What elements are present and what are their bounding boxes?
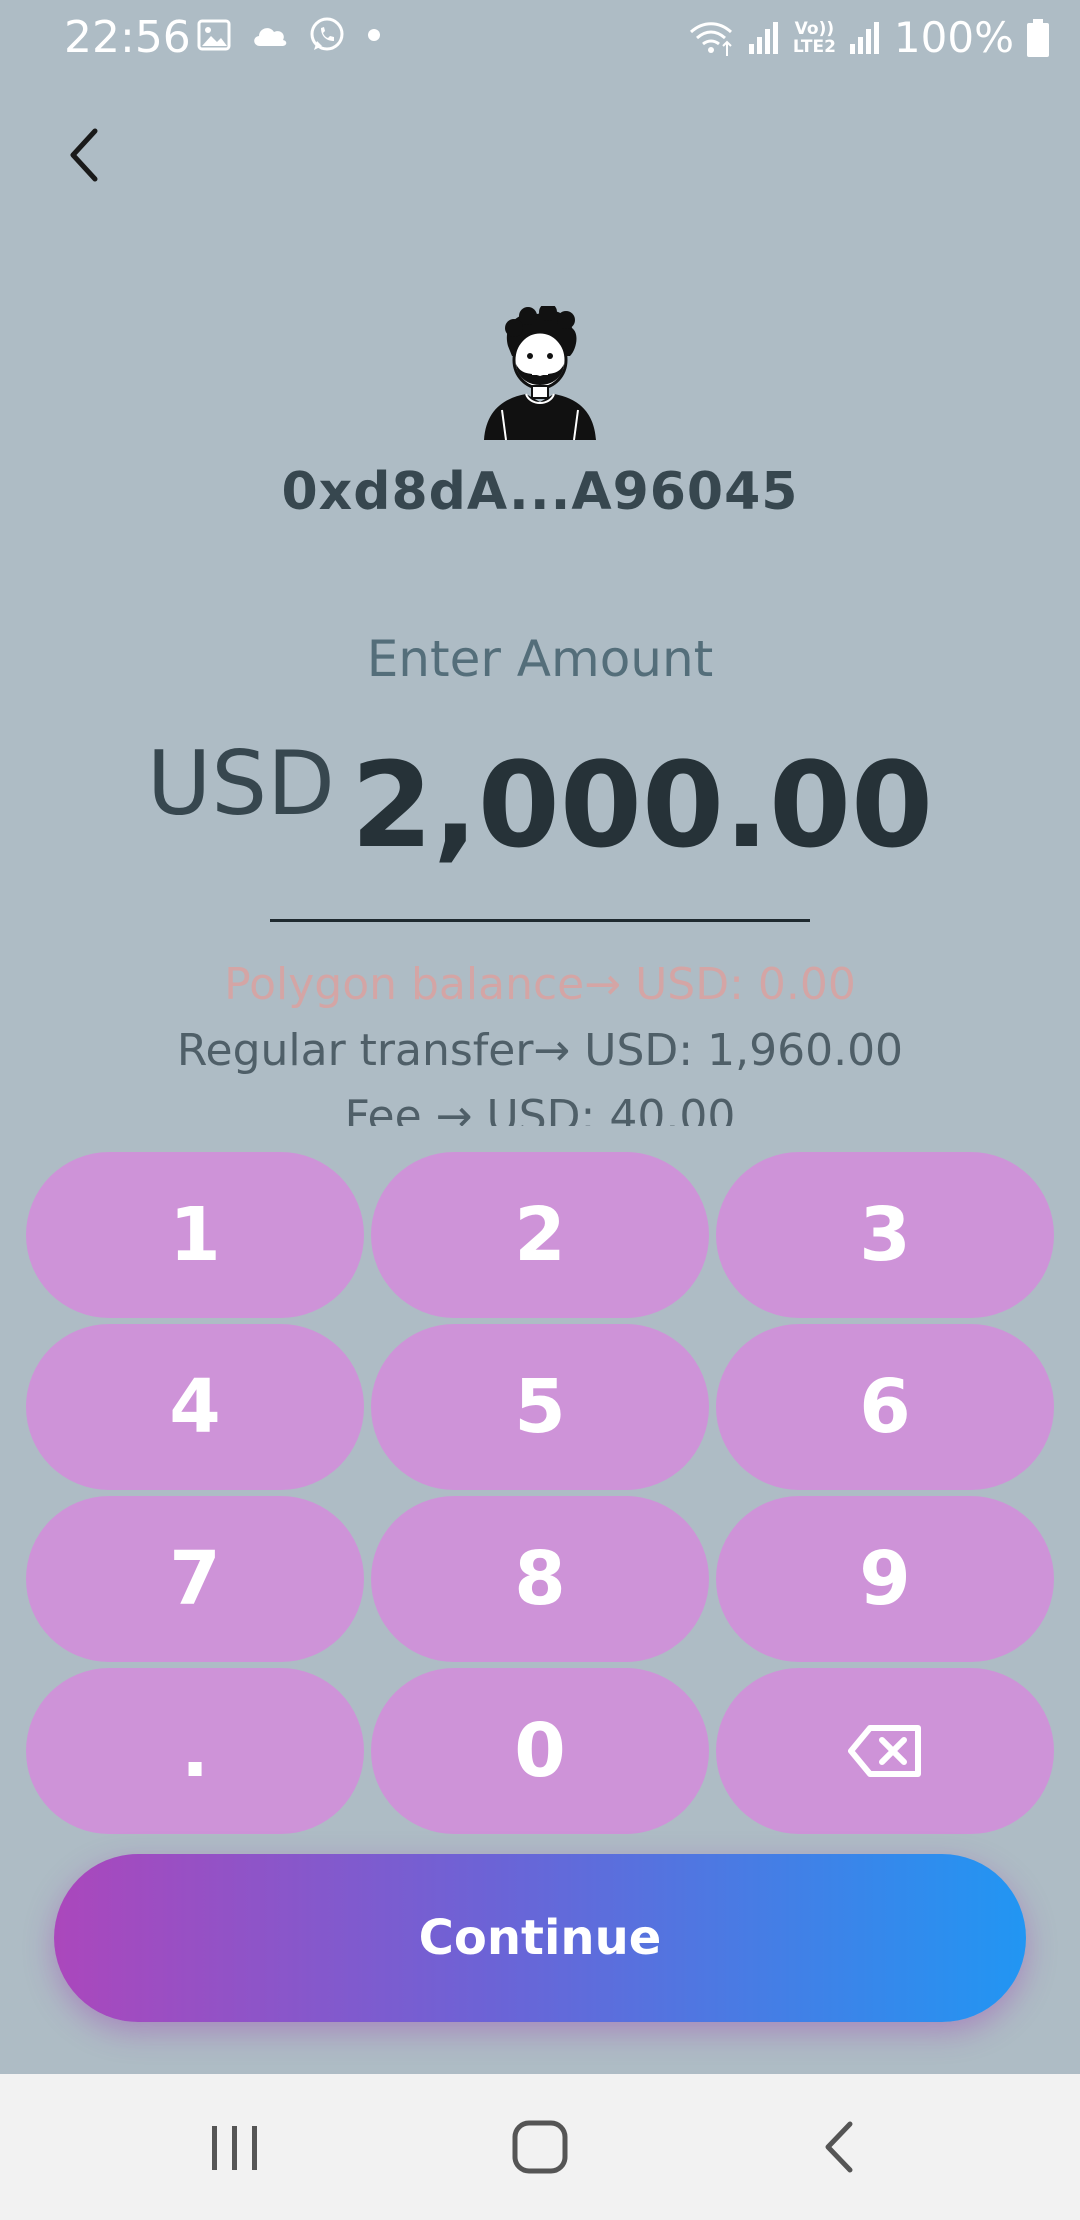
currency-label: USD — [146, 732, 335, 835]
backspace-icon — [848, 1725, 921, 1777]
recents-icon[interactable] — [200, 2118, 270, 2178]
back-button[interactable] — [50, 120, 120, 190]
volte-label: Vo)) — [794, 19, 835, 39]
amount-value: 2,000.00 — [350, 736, 934, 874]
amount-underline — [270, 919, 810, 922]
key-3[interactable]: 3 — [716, 1152, 1054, 1318]
battery-icon — [1027, 19, 1049, 57]
key-backspace[interactable] — [716, 1668, 1054, 1834]
key-8[interactable]: 8 — [371, 1496, 709, 1662]
key-7[interactable]: 7 — [26, 1496, 364, 1662]
bearded-man-avatar — [484, 306, 596, 440]
key-2[interactable]: 2 — [371, 1152, 709, 1318]
regular-transfer-text: Regular transfer→ USD: 1,960.00 — [176, 1025, 904, 1076]
send-amount-screen: 22:56 Vo)) LTE2 100% 0xd8dA...A96045 Ent… — [0, 0, 1080, 2220]
polygon-balance-text: Polygon balance→ USD: 0.00 — [224, 959, 856, 1010]
status-icons-left — [196, 16, 384, 54]
home-icon[interactable] — [505, 2114, 575, 2180]
status-icons-right: Vo)) LTE2 100% — [687, 10, 1050, 66]
signal-icon-2 — [849, 22, 879, 54]
chevron-left-icon — [70, 128, 98, 182]
cloud-icon — [254, 28, 287, 46]
number-keypad: 1 2 3 4 5 6 7 8 9 . 0 — [26, 1152, 1054, 1834]
lte-label: LTE2 — [792, 37, 836, 57]
key-decimal[interactable]: . — [26, 1668, 364, 1834]
battery-percent: 100% — [893, 13, 1014, 62]
recipient-address: 0xd8dA...A96045 — [281, 462, 799, 522]
amount-display: USD 2,000.00 — [0, 730, 1080, 880]
key-4[interactable]: 4 — [26, 1324, 364, 1490]
system-nav-bar — [0, 2074, 1080, 2220]
fee-text: Fee → USD: 40.00 — [344, 1091, 736, 1126]
key-6[interactable]: 6 — [716, 1324, 1054, 1490]
continue-label: Continue — [418, 1910, 662, 1966]
signal-icon — [748, 22, 778, 54]
back-icon[interactable] — [810, 2114, 870, 2180]
status-bar: 22:56 Vo)) LTE2 100% — [0, 0, 1080, 76]
volte-lte2-icon: Vo)) LTE2 — [793, 20, 836, 56]
whatsapp-icon — [310, 17, 344, 51]
key-0[interactable]: 0 — [371, 1668, 709, 1834]
key-9[interactable]: 9 — [716, 1496, 1054, 1662]
gallery-icon — [197, 19, 231, 51]
wifi-icon — [689, 22, 732, 56]
transfer-info: Polygon balance→ USD: 0.00 Regular trans… — [0, 952, 1080, 1126]
enter-amount-label: Enter Amount — [366, 630, 714, 688]
key-1[interactable]: 1 — [26, 1152, 364, 1318]
key-5[interactable]: 5 — [371, 1324, 709, 1490]
dot-icon — [368, 29, 380, 41]
continue-button[interactable]: Continue — [54, 1854, 1026, 2022]
status-time: 22:56 — [64, 12, 191, 63]
